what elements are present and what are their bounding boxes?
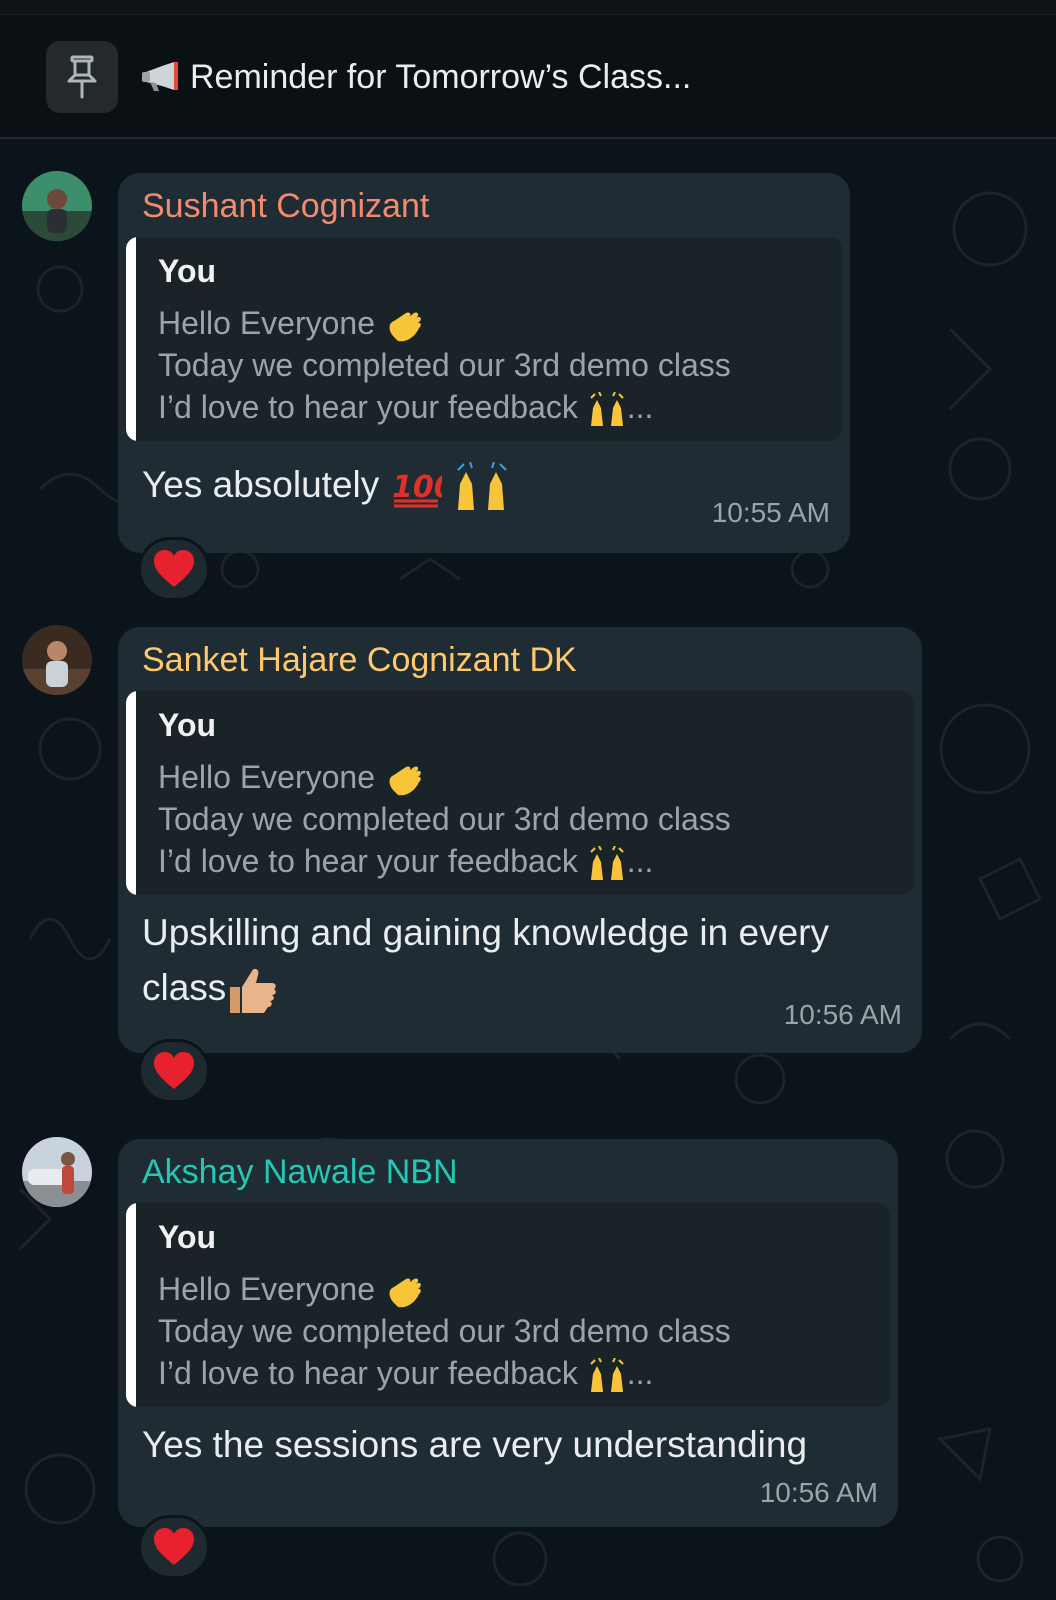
raising-hands-emoji — [589, 845, 624, 880]
quote-line-2: Today we completed our 3rd demo class — [158, 347, 731, 383]
quote-ellipsis: ... — [626, 389, 654, 425]
hundred-points-emoji: 100 — [392, 470, 442, 508]
waving-hand-emoji — [389, 766, 421, 795]
pin-icon[interactable] — [46, 41, 118, 113]
quoted-message[interactable]: You Hello Everyone Today we completed ou… — [126, 1203, 890, 1407]
message-bubble[interactable]: Sushant Cognizant You Hello Everyone Tod… — [118, 173, 850, 553]
pinned-message-preview[interactable]: Reminder for Tomorrow’s Class... — [140, 55, 691, 99]
message-time: 10:56 AM — [783, 999, 902, 1030]
message-text-line-2-content: class — [142, 967, 227, 1008]
raising-hands-emoji — [457, 462, 507, 511]
raising-hands-emoji — [589, 391, 624, 426]
quote-line-3-text: I’d love to hear your feedback — [158, 1355, 578, 1391]
reaction-badge[interactable] — [138, 1039, 210, 1103]
quote-line-1-text: Hello Everyone — [158, 1271, 375, 1307]
quote-ellipsis: ... — [626, 1355, 654, 1391]
sender-name[interactable]: Sanket Hajare Cognizant DK — [142, 641, 577, 680]
quote-author: You — [158, 253, 217, 289]
message-text-content: Yes absolutely — [142, 464, 380, 505]
quote-line-3: I’d love to hear your feedback ... — [158, 389, 653, 428]
quote-line-1: Hello Everyone — [158, 305, 422, 345]
sender-name[interactable]: Akshay Nawale NBN — [142, 1153, 458, 1192]
avatar[interactable] — [22, 171, 92, 241]
quote-line-1-text: Hello Everyone — [158, 305, 375, 341]
message-bubble[interactable]: Sanket Hajare Cognizant DK You Hello Eve… — [118, 627, 922, 1053]
quoted-message[interactable]: You Hello Everyone Today we completed ou… — [126, 691, 914, 895]
quote-bar — [126, 691, 136, 895]
quote-ellipsis: ... — [626, 843, 654, 879]
quote-bar — [126, 237, 136, 441]
message-text-line-1: Upskilling and gaining knowledge in ever… — [142, 912, 829, 953]
red-heart-emoji — [154, 1528, 194, 1565]
message-text: Yes absolutely 100 — [142, 457, 512, 512]
quote-line-2: Today we completed our 3rd demo class — [158, 1313, 731, 1349]
quote-line-1: Hello Everyone — [158, 759, 422, 799]
quote-line-1-text: Hello Everyone — [158, 759, 375, 795]
message-text: Upskilling and gaining knowledge in ever… — [142, 905, 829, 1015]
status-strip — [0, 0, 1056, 15]
thumbs-up-emoji — [230, 969, 277, 1014]
chat-area[interactable]: Sushant Cognizant You Hello Everyone Tod… — [0, 139, 1056, 1600]
reaction-badge[interactable] — [138, 537, 210, 601]
red-heart-emoji — [154, 550, 194, 587]
red-heart-emoji — [154, 1052, 194, 1089]
quote-author: You — [158, 1219, 217, 1255]
pinned-message-bar[interactable]: Reminder for Tomorrow’s Class... — [0, 15, 1056, 139]
quote-author: You — [158, 707, 217, 743]
quoted-message[interactable]: You Hello Everyone Today we completed ou… — [126, 237, 842, 441]
message-time: 10:55 AM — [711, 497, 830, 528]
raising-hands-emoji — [589, 1357, 624, 1392]
waving-hand-emoji — [389, 312, 421, 341]
quote-line-3-text: I’d love to hear your feedback — [158, 843, 578, 879]
sender-name[interactable]: Sushant Cognizant — [142, 187, 429, 226]
waving-hand-emoji — [389, 1278, 421, 1307]
message-time: 10:56 AM — [759, 1477, 878, 1508]
quote-line-3-text: I’d love to hear your feedback — [158, 389, 578, 425]
pinned-message-text: Reminder for Tomorrow’s Class... — [190, 57, 692, 96]
avatar[interactable] — [22, 1137, 92, 1207]
quote-line-1: Hello Everyone — [158, 1271, 422, 1311]
quote-bar — [126, 1203, 136, 1407]
avatar[interactable] — [22, 625, 92, 695]
reaction-badge[interactable] — [138, 1515, 210, 1579]
megaphone-icon — [142, 62, 178, 91]
quote-line-3: I’d love to hear your feedback ... — [158, 843, 653, 882]
quote-line-3: I’d love to hear your feedback ... — [158, 1355, 653, 1394]
message-text: Yes the sessions are very understanding — [142, 1424, 808, 1465]
quote-line-2: Today we completed our 3rd demo class — [158, 801, 731, 837]
message-text-line-2: class — [142, 960, 829, 1015]
message-bubble[interactable]: Akshay Nawale NBN You Hello Everyone Tod… — [118, 1139, 898, 1527]
